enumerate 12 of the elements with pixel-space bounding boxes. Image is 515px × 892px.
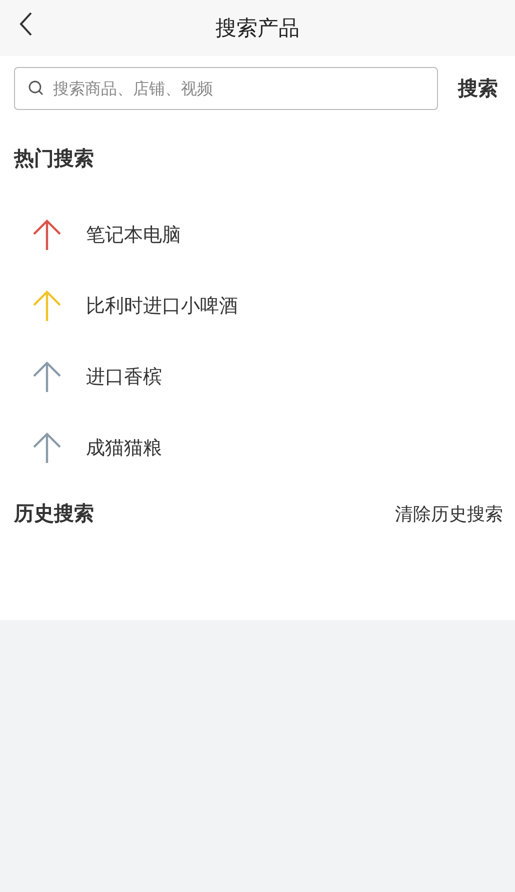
section-heading: 历史搜索 [14, 500, 94, 527]
hot-search-item[interactable]: 笔记本电脑 [86, 222, 181, 248]
page-title: 搜索产品 [216, 15, 300, 42]
back-icon[interactable] [19, 11, 33, 37]
hot-search-item[interactable]: 进口香槟 [86, 364, 162, 390]
hot-search-item[interactable]: 比利时进口小啤酒 [86, 292, 238, 318]
hot-search-item[interactable]: 成猫猫粮 [86, 434, 162, 460]
search-field[interactable]: 搜索商品、店铺、视频 [14, 67, 438, 110]
clear-history-link[interactable]: 清除历史搜索 [395, 502, 503, 526]
search-icon [28, 80, 44, 96]
search-button[interactable]: 搜索 [458, 75, 498, 102]
section-heading: 热门搜索 [14, 145, 95, 172]
